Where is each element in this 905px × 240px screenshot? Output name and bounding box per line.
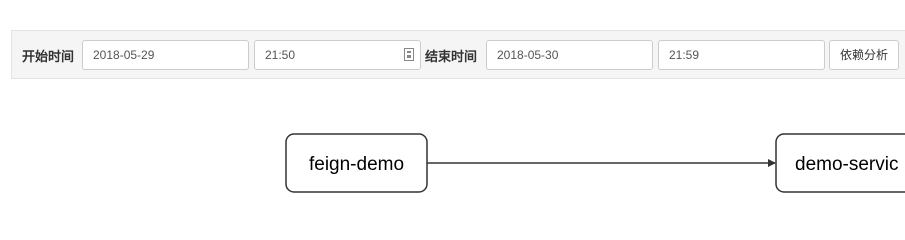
node-label: demo-servic <box>795 154 898 175</box>
node-label: feign-demo <box>309 154 404 175</box>
start-time-input[interactable]: 21:50 <box>254 40 421 70</box>
end-date-input[interactable]: 2018-05-30 <box>486 40 653 70</box>
start-date-input[interactable]: 2018-05-29 <box>82 40 249 70</box>
end-time-label: 结束时间 <box>425 50 478 65</box>
start-time-value: 21:50 <box>265 48 296 62</box>
start-time-label: 开始时间 <box>22 50 75 65</box>
dependency-graph: feign-demo demo-servic <box>285 133 905 193</box>
graph-node-demo-service[interactable]: demo-servic <box>775 133 905 193</box>
dependency-analysis-button[interactable]: 依赖分析 <box>829 40 899 70</box>
start-date-value: 2018-05-29 <box>93 48 155 62</box>
end-time-input[interactable]: 21:59 <box>658 40 825 70</box>
graph-node-feign-demo[interactable]: feign-demo <box>285 133 428 193</box>
end-date-value: 2018-05-30 <box>497 48 559 62</box>
calendar-icon[interactable] <box>404 48 414 61</box>
time-range-toolbar: 开始时间 2018-05-29 21:50 结束时间 2018-05-30 21… <box>11 30 905 79</box>
end-time-value: 21:59 <box>669 48 700 62</box>
